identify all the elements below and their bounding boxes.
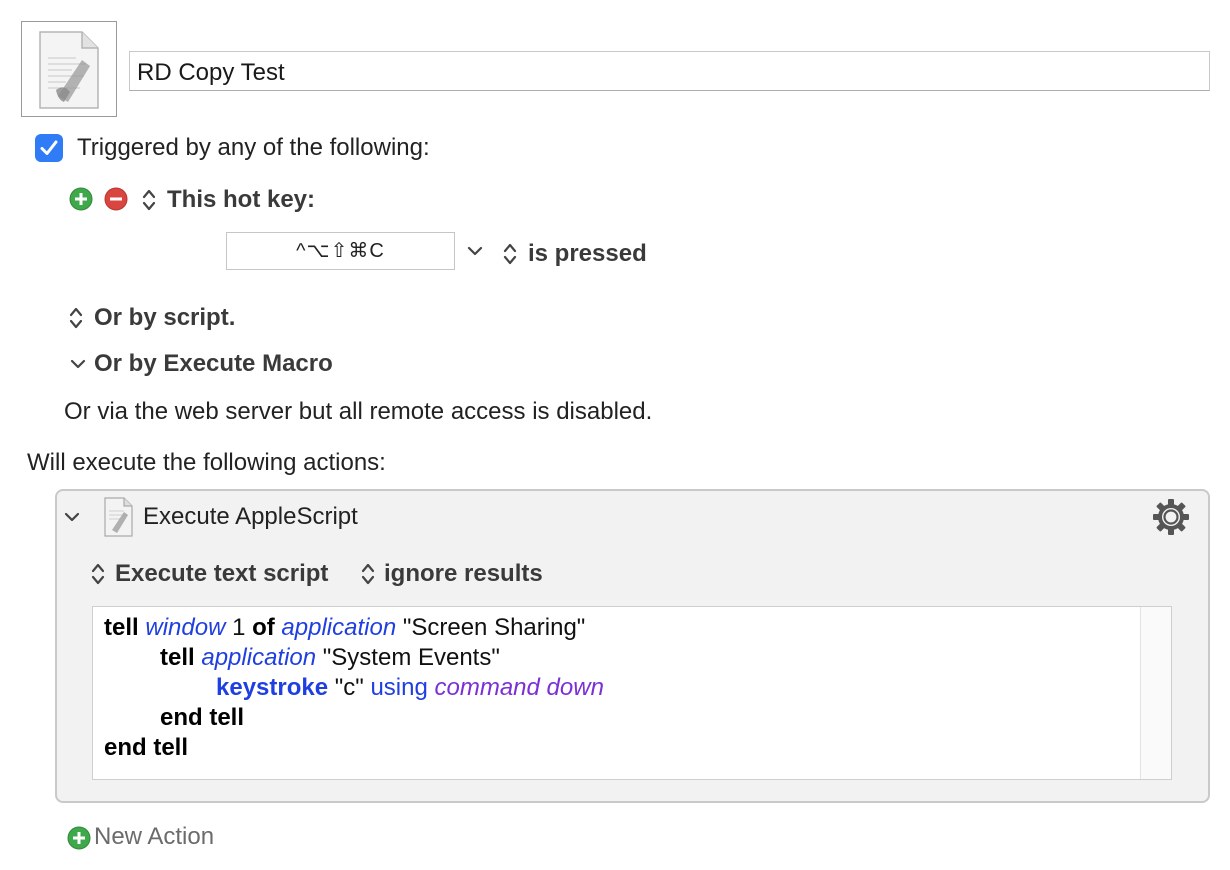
script-editor-scrollbar[interactable] (1140, 607, 1171, 779)
hotkey-condition-label: is pressed (528, 240, 647, 267)
hotkey-options-dropdown[interactable] (467, 244, 483, 258)
chevron-down-icon (467, 246, 483, 256)
script-token: command down (434, 674, 604, 701)
script-token: application (201, 644, 317, 671)
chevron-down-icon (64, 512, 80, 522)
up-down-chevron-icon (91, 563, 105, 585)
add-trigger-button[interactable] (69, 187, 93, 211)
hotkey-trigger-label: This hot key: (167, 186, 316, 213)
new-action-button[interactable] (67, 826, 91, 850)
script-token: tell (160, 644, 195, 671)
macro-name-field[interactable]: RD Copy Test (129, 51, 1210, 91)
macro-icon-well[interactable] (21, 21, 117, 117)
minus-circle-icon (104, 187, 128, 211)
script-line-1: tell window 1 of application "Screen Sha… (104, 613, 585, 643)
script-token: of (252, 614, 275, 641)
script-token: tell (104, 614, 139, 641)
script-token: "c" (328, 674, 371, 701)
plus-circle-icon (67, 826, 91, 850)
script-mode-label: Execute text script (115, 560, 329, 587)
script-line-4: end tell (160, 704, 245, 731)
script-token: application (281, 614, 397, 641)
action-collapse-toggle[interactable] (64, 510, 80, 524)
chevron-down-icon (70, 359, 86, 369)
up-down-chevron-icon (69, 307, 83, 329)
script-line-2: tell application "System Events" (160, 643, 500, 673)
actions-heading: Will execute the following actions: (27, 449, 386, 476)
execute-macro-disclosure[interactable] (70, 357, 86, 371)
results-popup[interactable] (360, 561, 376, 587)
triggers-enabled-label: Triggered by any of the following: (77, 134, 430, 161)
applescript-document-icon (39, 31, 99, 109)
gear-icon[interactable] (1151, 497, 1191, 537)
script-mode-popup[interactable] (90, 561, 106, 587)
results-label: ignore results (384, 560, 543, 587)
script-line-5: end tell (104, 734, 189, 761)
remove-trigger-button[interactable] (104, 187, 128, 211)
up-down-chevron-icon (361, 563, 375, 585)
hotkey-field[interactable]: ^⌥⇧⌘C (226, 232, 455, 270)
triggers-enabled-checkbox[interactable] (35, 134, 63, 162)
plus-circle-icon (69, 187, 93, 211)
or-by-script-label: Or by script. (94, 304, 236, 331)
script-token: 1 (225, 614, 253, 641)
script-trigger-disclosure[interactable] (68, 305, 84, 331)
new-action-label[interactable]: New Action (94, 823, 214, 851)
script-token: window (145, 614, 226, 641)
trigger-type-popup[interactable] (141, 187, 157, 213)
web-server-note: Or via the web server but all remote acc… (64, 398, 653, 425)
script-line-3: keystroke "c" using command down (216, 673, 604, 703)
hotkey-condition-popup[interactable] (502, 241, 518, 267)
up-down-chevron-icon (503, 243, 517, 265)
script-token: "Screen Sharing" (396, 614, 586, 641)
script-token: keystroke (216, 674, 329, 701)
checkmark-icon (40, 140, 58, 155)
applescript-action-icon (102, 497, 134, 537)
script-token: "System Events" (316, 644, 500, 671)
or-by-execute-macro-label: Or by Execute Macro (94, 350, 333, 377)
script-token: using (370, 674, 428, 701)
action-title: Execute AppleScript (143, 503, 358, 530)
up-down-chevron-icon (142, 189, 156, 211)
